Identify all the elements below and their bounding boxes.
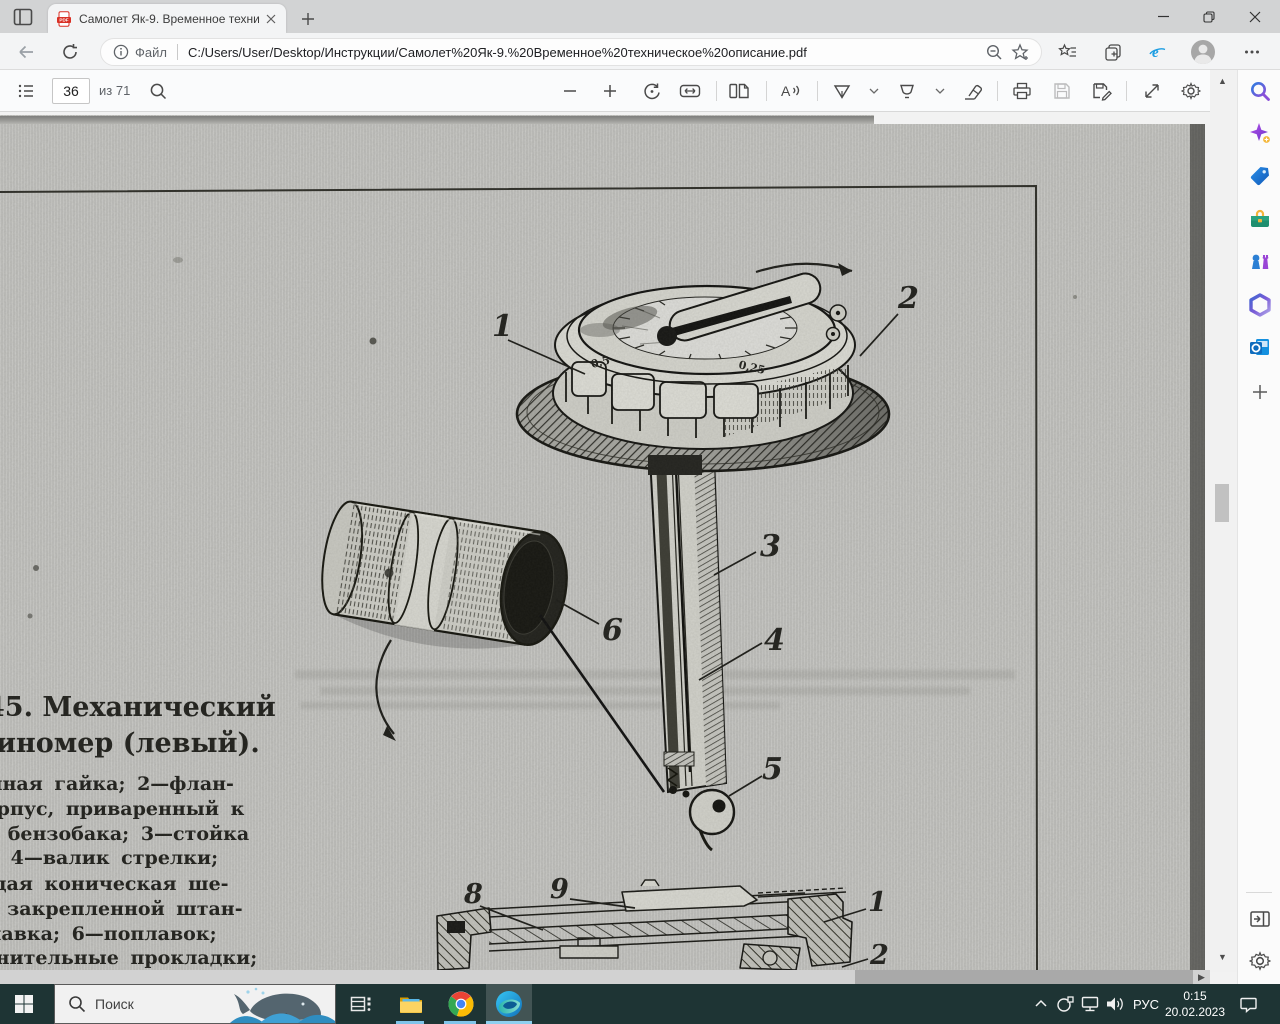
ie-mode-icon[interactable]: e [1143,38,1171,66]
pdf-page-figure: 0,25 0,5 1 2 3 4 5 6 8 9 1 2 45. Механич… [0,115,1205,970]
refresh-icon[interactable] [56,38,84,66]
start-button[interactable] [0,984,48,1024]
table-of-contents-icon[interactable] [12,78,40,104]
vertical-tabs-icon[interactable] [8,5,38,29]
rotate-icon[interactable] [638,78,666,104]
highlight-dropdown-chevron-icon[interactable] [926,78,954,104]
toolbar-divider [997,81,998,101]
zoom-out-icon[interactable] [556,78,584,104]
fit-to-width-icon[interactable] [676,78,704,104]
scan-top-edge [0,116,874,124]
window-restore-button[interactable] [1186,0,1232,33]
file-scheme-label: Файл [135,44,167,60]
sidebar-microsoft-365-icon[interactable] [1245,290,1275,320]
taskbar-search-icon [69,996,86,1013]
pdf-file-icon: PDF [57,10,71,27]
tray-clock[interactable]: 0:15 20.02.2023 [1158,988,1232,1020]
tray-time: 0:15 [1183,989,1207,1003]
svg-text:A: A [781,83,791,99]
sidebar-open-panel-icon[interactable] [1245,904,1275,934]
file-explorer-icon[interactable] [394,984,428,1024]
pdf-viewer[interactable]: 0,25 0,5 1 2 3 4 5 6 8 9 1 2 45. Механич… [0,112,1210,984]
address-url[interactable]: C:/Users/User/Desktop/Инструкции/Самолет… [188,45,981,60]
more-menu-icon[interactable] [1238,38,1266,66]
fullscreen-icon[interactable] [1138,78,1166,104]
read-aloud-icon[interactable]: A [776,78,804,104]
draw-tool-icon[interactable] [828,78,856,104]
tray-network-icon[interactable] [1078,984,1102,1024]
sidebar-search-icon[interactable] [1245,76,1275,106]
favorites-bar-icon[interactable] [1054,38,1082,66]
pdf-settings-gear-icon[interactable] [1177,78,1205,104]
paper-grain [0,115,1205,970]
browser-tab[interactable]: PDF Самолет Як-9. Временное техни [48,4,286,33]
titlebar: PDF Самолет Як-9. Временное техни [0,0,1280,33]
toolbar-divider [766,81,767,101]
search-box-whale-image [230,987,335,1023]
zoom-in-icon[interactable] [596,78,624,104]
tab-close-icon[interactable] [262,10,280,28]
print-icon[interactable] [1008,78,1036,104]
edge-sidebar [1237,70,1280,984]
address-bar[interactable]: Файл C:/Users/User/Desktop/Инструкции/Са… [100,38,1042,66]
scan-right-edge [1190,115,1205,970]
sidebar-outlook-icon[interactable] [1245,332,1275,362]
taskbar: Поиск РУС 0:15 20.02.2023 [0,984,1280,1024]
tray-chevron-up-icon[interactable] [1030,984,1052,1024]
tray-volume-icon[interactable] [1102,984,1128,1024]
chrome-icon[interactable] [444,984,478,1024]
sidebar-shopping-tag-icon[interactable] [1245,161,1275,191]
page-view-icon[interactable] [725,78,753,104]
zoom-indicator-icon[interactable] [981,39,1007,65]
scroll-right-icon[interactable]: ▶ [1198,972,1205,983]
add-favorite-icon[interactable] [1007,39,1033,65]
toolbar-divider [716,81,717,101]
pdf-search-icon[interactable] [144,78,172,104]
nav-toolbar: Файл C:/Users/User/Desktop/Инструкции/Са… [0,33,1280,70]
scroll-up-icon[interactable]: ▲ [1218,76,1227,86]
sidebar-games-icon[interactable] [1245,247,1275,277]
save-icon [1048,78,1076,104]
toolbar-divider [817,81,818,101]
horizontal-scrollbar[interactable]: ▶ [0,970,1210,984]
sidebar-toolbox-icon[interactable] [1245,204,1275,234]
tray-date: 20.02.2023 [1164,1005,1226,1019]
sidebar-add-icon[interactable] [1245,377,1275,407]
action-center-icon[interactable] [1234,984,1262,1024]
vertical-scrollbar-thumb[interactable] [1215,484,1229,522]
collections-icon[interactable] [1099,38,1127,66]
svg-text:e: e [1152,45,1159,61]
vertical-scrollbar[interactable]: ▲ ▼ [1210,70,1237,972]
erase-tool-icon[interactable] [959,78,987,104]
page-count-label: из 71 [99,83,131,98]
sidebar-divider [1246,892,1272,893]
pdf-page: 0,25 0,5 1 2 3 4 5 6 8 9 1 2 45. Механич… [0,115,1205,970]
back-icon[interactable] [12,38,40,66]
save-as-icon[interactable] [1088,78,1116,104]
toolbar-divider [1126,81,1127,101]
address-divider [176,44,178,60]
tray-device-icon[interactable] [1054,984,1076,1024]
sidebar-settings-gear-icon[interactable] [1245,946,1275,976]
viewer-background [874,112,1205,124]
svg-text:PDF: PDF [59,17,68,22]
highlight-tool-icon[interactable] [893,78,921,104]
info-icon[interactable] [113,44,129,60]
taskbar-search-input[interactable]: Поиск [54,984,336,1024]
page-number-input[interactable] [52,78,90,104]
tab-title: Самолет Як-9. Временное техни [79,11,260,26]
sidebar-copilot-sparkle-icon[interactable] [1245,118,1275,148]
horizontal-scrollbar-thumb[interactable] [855,970,1193,984]
pdf-toolbar: из 71 A [0,70,1210,112]
scroll-down-icon[interactable]: ▼ [1218,952,1227,962]
task-view-icon[interactable] [344,984,378,1024]
window-close-button[interactable] [1232,0,1278,33]
new-tab-button[interactable] [296,8,320,30]
draw-dropdown-chevron-icon[interactable] [860,78,888,104]
edge-icon[interactable] [492,984,526,1024]
profile-avatar[interactable] [1189,38,1217,66]
window-minimize-button[interactable] [1140,0,1186,33]
taskbar-search-placeholder: Поиск [95,996,134,1012]
